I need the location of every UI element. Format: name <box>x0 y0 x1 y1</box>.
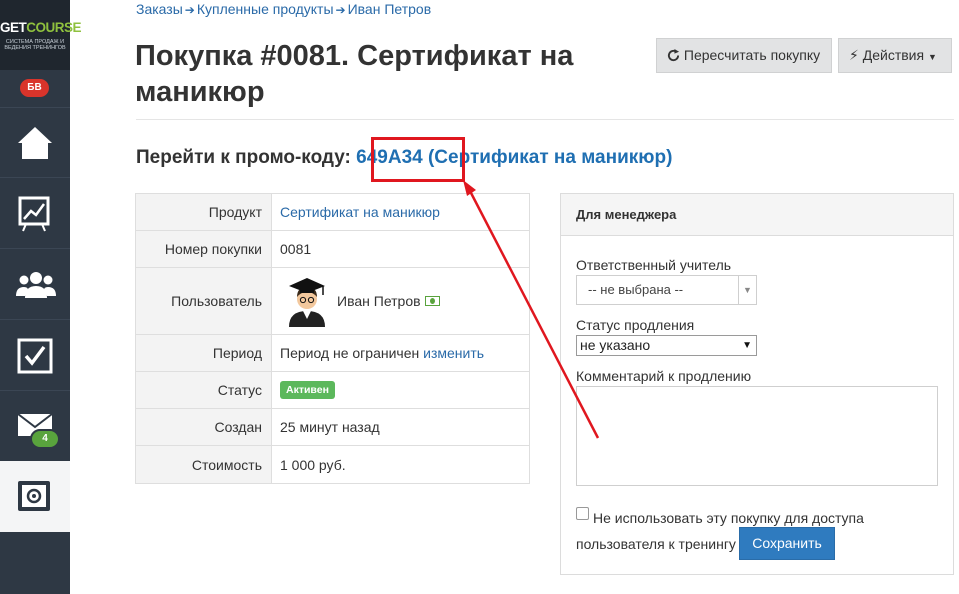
logo[interactable]: GETCOURSE СИСТЕМА ПРОДАЖ И ВЕДЕНИЯ ТРЕНИ… <box>0 0 82 70</box>
table-row: Создан 25 минут назад <box>136 409 529 446</box>
table-row: Стоимость 1 000 руб. <box>136 446 529 483</box>
row-value: Период не ограничен изменить <box>272 335 529 371</box>
row-label: Стоимость <box>136 446 272 483</box>
checkbox-icon <box>17 338 53 374</box>
renewal-label: Статус продления <box>576 317 695 333</box>
logo-title: GETCOURSE <box>0 20 82 35</box>
table-row: Пользователь Иван Петров <box>136 268 529 335</box>
change-period-link[interactable]: изменить <box>423 345 484 361</box>
logo-subtitle: СИСТЕМА ПРОДАЖ И ВЕДЕНИЯ ТРЕНИНГОВ <box>4 39 66 51</box>
row-label: Создан <box>136 409 272 445</box>
breadcrumb: Заказы ➔ Купленные продукты ➔ Иван Петров <box>136 1 431 17</box>
renewal-select-value: не указано <box>580 337 651 353</box>
users-icon <box>16 272 56 298</box>
breadcrumb-user[interactable]: Иван Петров <box>348 1 432 17</box>
refresh-icon <box>667 49 680 62</box>
row-value: Иван Петров <box>272 268 529 334</box>
money-icon <box>424 296 440 306</box>
row-label: Продукт <box>136 194 272 230</box>
page-title: Покупка #0081. Сертификат на маникюр <box>135 40 574 108</box>
row-label: Номер покупки <box>136 231 272 267</box>
table-row: Статус Активен <box>136 372 529 409</box>
chart-icon <box>18 196 50 232</box>
table-row: Номер покупки 0081 <box>136 231 529 268</box>
sidebar-item-messages[interactable]: 4 <box>0 390 70 461</box>
status-badge: Активен <box>280 381 335 399</box>
save-button[interactable]: Сохранить <box>739 527 835 560</box>
recalculate-button[interactable]: Пересчитать покупку <box>656 38 832 73</box>
row-label: Период <box>136 335 272 371</box>
sidebar-item-tasks[interactable] <box>0 319 70 390</box>
breadcrumb-separator: ➔ <box>184 3 195 17</box>
user-badge[interactable]: БВ <box>20 79 49 97</box>
caret-down-icon: ▼ <box>927 52 937 62</box>
row-label: Пользователь <box>136 268 272 334</box>
teacher-label: Ответственный учитель <box>576 257 732 273</box>
product-link[interactable]: Сертификат на маникюр <box>280 204 440 220</box>
purchase-info-table: Продукт Сертификат на маникюр Номер поку… <box>135 193 530 484</box>
promo-highlight-box <box>371 137 465 182</box>
row-label: Статус <box>136 372 272 408</box>
period-value: Период не ограничен <box>280 345 420 361</box>
teacher-select[interactable]: -- не выбрана -- ▼ <box>576 275 757 305</box>
breadcrumb-orders[interactable]: Заказы <box>136 1 183 17</box>
manager-panel-title: Для менеджера <box>561 194 953 236</box>
sidebar-item-home[interactable] <box>0 107 70 178</box>
row-value: 0081 <box>280 241 312 257</box>
row-value: 25 минут назад <box>280 419 380 435</box>
recalculate-button-label: Пересчитать покупку <box>683 47 821 63</box>
row-value: Активен <box>272 372 529 408</box>
row-value: Сертификат на маникюр <box>272 194 529 230</box>
avatar[interactable] <box>283 275 331 327</box>
mail-count-badge: 4 <box>30 429 60 449</box>
row-value: 1 000 руб. <box>280 456 346 473</box>
comment-label: Комментарий к продлению <box>576 368 752 384</box>
manager-panel: Для менеджера Ответственный учитель -- н… <box>560 193 954 575</box>
renewal-select[interactable]: не указано ▼ <box>576 335 757 356</box>
teacher-select-value: -- не выбрана -- <box>588 282 684 297</box>
actions-button-label: Действия <box>862 47 925 63</box>
comment-textarea[interactable] <box>576 386 938 486</box>
sidebar-item-users[interactable] <box>0 248 70 319</box>
actions-button[interactable]: ⚡ Действия ▼ <box>838 38 952 73</box>
caret-down-icon: ▼ <box>738 276 756 304</box>
safe-icon <box>18 481 50 511</box>
user-name[interactable]: Иван Петров <box>337 293 421 309</box>
sidebar-item-purchases[interactable] <box>0 461 70 532</box>
caret-down-icon: ▼ <box>742 340 752 351</box>
breadcrumb-purchased-products[interactable]: Купленные продукты <box>197 1 334 17</box>
sidebar-item-reports[interactable] <box>0 177 70 248</box>
table-row: Продукт Сертификат на маникюр <box>136 194 529 231</box>
table-row: Период Период не ограничен изменить <box>136 335 529 372</box>
home-icon <box>18 127 52 159</box>
promo-label: Перейти к промо-коду: <box>136 147 351 168</box>
breadcrumb-separator: ➔ <box>335 3 346 17</box>
sidebar: GETCOURSE СИСТЕМА ПРОДАЖ И ВЕДЕНИЯ ТРЕНИ… <box>0 0 82 594</box>
divider <box>136 119 954 120</box>
bolt-icon: ⚡ <box>849 47 859 63</box>
